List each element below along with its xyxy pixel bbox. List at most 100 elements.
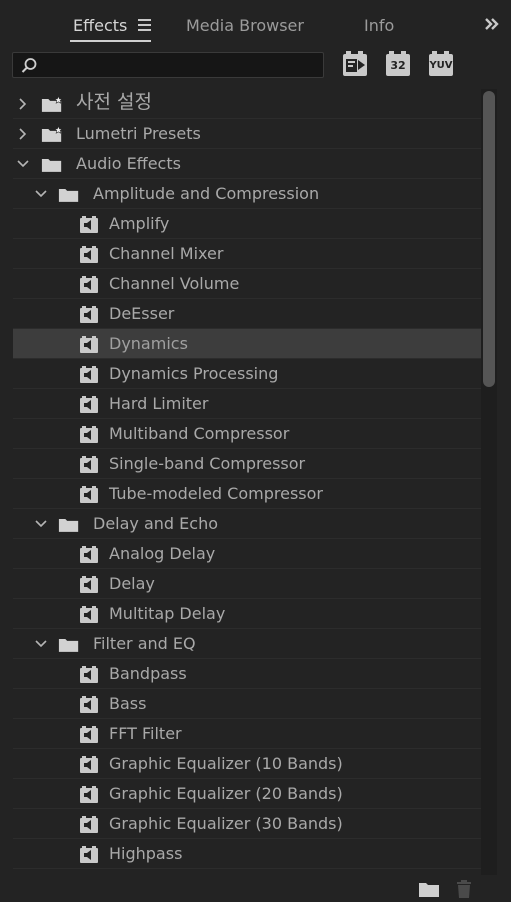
bin-label: Lumetri Presets	[76, 124, 201, 143]
audio-effect-icon	[80, 366, 98, 383]
effect-item[interactable]: Analog Delay	[13, 539, 481, 569]
effect-label: Hard Limiter	[109, 394, 209, 413]
trash-icon[interactable]	[455, 879, 473, 899]
effect-item[interactable]: Graphic Equalizer (10 Bands)	[13, 749, 481, 779]
audio-effect-icon	[80, 486, 98, 503]
chevron-down-icon[interactable]	[34, 517, 48, 531]
yuv-filter-button[interactable]: YUV	[429, 51, 453, 76]
effect-item[interactable]: Graphic Equalizer (30 Bands)	[13, 809, 481, 839]
effect-item[interactable]: Bass	[13, 689, 481, 719]
effect-item[interactable]: Dynamics Processing	[13, 359, 481, 389]
bin-label: 사전 설정	[76, 91, 152, 113]
audio-effect-icon	[80, 786, 98, 803]
effect-item[interactable]: Graphic Equalizer (20 Bands)	[13, 779, 481, 809]
effect-label: Dynamics	[109, 334, 188, 353]
effect-item[interactable]: Highpass	[13, 839, 481, 869]
effects-tree: 사전 설정 Lumetri Presets Audio Effects Amplitu…	[13, 89, 481, 875]
effect-item[interactable]: Channel Mixer	[13, 239, 481, 269]
chevron-down-icon[interactable]	[34, 187, 48, 201]
effect-label: FFT Filter	[109, 724, 182, 743]
effects-panel: Effects Media Browser Info 32 YUV 사전 설정 …	[0, 0, 511, 902]
audio-effect-icon	[80, 606, 98, 623]
effect-label: Graphic Equalizer (30 Bands)	[109, 814, 343, 833]
effect-item[interactable]: Single-band Compressor	[13, 449, 481, 479]
preset-folder-icon	[41, 96, 63, 112]
scrollbar-thumb[interactable]	[483, 91, 495, 387]
effect-item[interactable]: Delay	[13, 569, 481, 599]
chevron-right-icon[interactable]	[16, 127, 30, 141]
audio-effect-icon	[80, 576, 98, 593]
effect-label: Graphic Equalizer (20 Bands)	[109, 784, 343, 803]
folder-icon	[58, 189, 79, 202]
audio-effect-icon	[80, 456, 98, 473]
effect-item[interactable]	[13, 869, 481, 875]
bin-item[interactable]: 사전 설정	[13, 89, 481, 119]
effect-label: Highpass	[109, 844, 183, 863]
effect-label: Tube-modeled Compressor	[109, 484, 323, 503]
audio-effect-icon	[80, 726, 98, 743]
audio-effect-icon	[80, 336, 98, 353]
preset-folder-icon	[41, 126, 63, 142]
bin-item[interactable]: Filter and EQ	[13, 629, 481, 659]
search-icon	[21, 58, 37, 73]
accelerated-effects-filter-button[interactable]	[343, 51, 367, 76]
chevron-right-icon[interactable]	[16, 97, 30, 111]
folder-icon	[41, 159, 62, 172]
effect-item[interactable]: Multiband Compressor	[13, 419, 481, 449]
audio-effect-icon	[80, 246, 98, 263]
audio-effect-icon	[80, 216, 98, 233]
effect-item[interactable]: Bandpass	[13, 659, 481, 689]
effect-label: Multiband Compressor	[109, 424, 290, 443]
folder-icon	[58, 639, 79, 652]
chevron-down-icon[interactable]	[16, 157, 30, 171]
effect-item[interactable]: Hard Limiter	[13, 389, 481, 419]
effect-label: Dynamics Processing	[109, 364, 279, 383]
audio-effect-icon	[80, 696, 98, 713]
bin-item[interactable]: Audio Effects	[13, 149, 481, 179]
folder-icon	[58, 519, 79, 532]
panel-menu-icon[interactable]	[138, 19, 151, 33]
bin-label: Delay and Echo	[93, 514, 218, 533]
effect-item[interactable]: Channel Volume	[13, 269, 481, 299]
search-input[interactable]	[43, 55, 317, 77]
effect-item[interactable]: DeEsser	[13, 299, 481, 329]
audio-effect-icon	[80, 546, 98, 563]
audio-effect-icon	[80, 426, 98, 443]
search-field[interactable]	[12, 52, 324, 78]
effect-label: DeEsser	[109, 304, 175, 323]
effect-label: Multitap Delay	[109, 604, 226, 623]
audio-effect-icon	[80, 756, 98, 773]
effect-label: Amplify	[109, 214, 170, 233]
effect-item[interactable]: Dynamics	[13, 329, 481, 359]
32-bit-color-filter-button[interactable]: 32	[386, 51, 410, 76]
bin-item[interactable]: Delay and Echo	[13, 509, 481, 539]
tab-info[interactable]: Info	[364, 15, 394, 39]
effect-item[interactable]: FFT Filter	[13, 719, 481, 749]
tab-effects[interactable]: Effects	[73, 15, 127, 39]
effect-item[interactable]: Amplify	[13, 209, 481, 239]
audio-effect-icon	[80, 396, 98, 413]
chevron-down-icon[interactable]	[34, 637, 48, 651]
audio-effect-icon	[80, 306, 98, 323]
bin-item[interactable]: Lumetri Presets	[13, 119, 481, 149]
bin-label: Filter and EQ	[93, 634, 196, 653]
audio-effect-icon	[80, 816, 98, 833]
effect-item[interactable]: Multitap Delay	[13, 599, 481, 629]
panel-tab-bar: Effects Media Browser Info	[0, 0, 511, 48]
effect-label: Bass	[109, 694, 147, 713]
effect-label: Delay	[109, 574, 155, 593]
audio-effect-icon	[80, 846, 98, 863]
effect-label: Graphic Equalizer (10 Bands)	[109, 754, 343, 773]
audio-effect-icon	[80, 276, 98, 293]
bin-label: Amplitude and Compression	[93, 184, 320, 203]
tab-media-browser[interactable]: Media Browser	[186, 15, 304, 39]
overflow-chevron-icon[interactable]	[483, 15, 503, 35]
effect-label: Single-band Compressor	[109, 454, 306, 473]
audio-effect-icon	[80, 666, 98, 683]
bin-item[interactable]: Amplitude and Compression	[13, 179, 481, 209]
effect-label: Channel Volume	[109, 274, 240, 293]
effect-label: Bandpass	[109, 664, 187, 683]
effect-label: Analog Delay	[109, 544, 216, 563]
effect-item[interactable]: Tube-modeled Compressor	[13, 479, 481, 509]
new-bin-folder-icon[interactable]	[418, 880, 440, 898]
